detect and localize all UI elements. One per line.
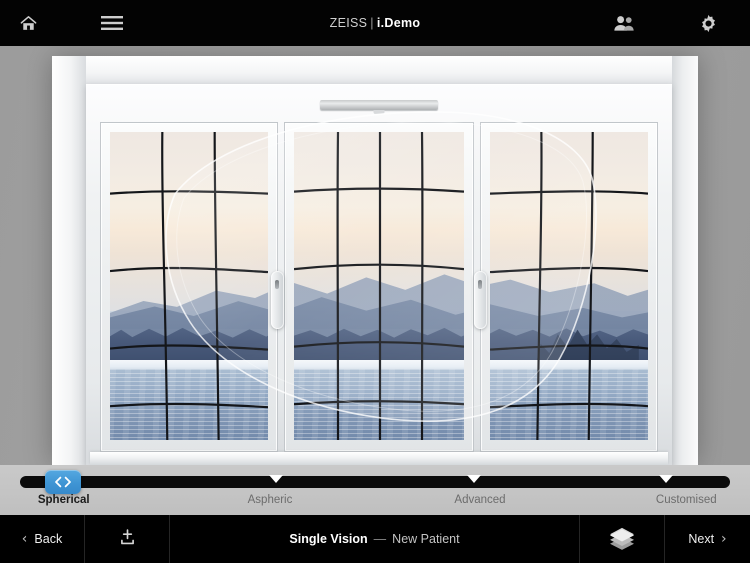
scene-slice-left	[110, 132, 268, 440]
stepper-thumb[interactable]	[44, 470, 81, 494]
app-title-separator: |	[370, 16, 374, 30]
window-head-jamb	[52, 56, 698, 84]
status-patient-name: New Patient	[392, 532, 460, 546]
hamburger-menu-icon	[101, 15, 123, 31]
next-button-label: Next	[688, 532, 715, 546]
chevron-right-icon: ›	[721, 531, 727, 547]
app-root: ZEISS | i.Demo Spherical Aspheric Advanc…	[0, 0, 750, 563]
next-button[interactable]: Next ›	[665, 515, 750, 563]
stepper-label-customised[interactable]: Customised	[656, 494, 717, 506]
stepper-label-advanced[interactable]: Advanced	[454, 494, 505, 506]
sash-handle-left[interactable]	[271, 271, 284, 329]
patients-button[interactable]	[596, 0, 652, 46]
top-navigation-bar: ZEISS | i.Demo	[0, 0, 750, 46]
lens-design-stepper[interactable]: Spherical Aspheric Advanced Customised	[0, 465, 750, 515]
stepper-track[interactable]	[20, 476, 730, 488]
sash-handle-right[interactable]	[474, 271, 487, 329]
stepper-notch	[659, 475, 674, 483]
stepper-notch	[467, 475, 482, 483]
app-title-brand: ZEISS	[329, 16, 368, 30]
stepper-notch	[268, 475, 283, 483]
status-separator: —	[373, 532, 387, 546]
window-frame	[86, 84, 672, 465]
lens-simulation-stage[interactable]	[0, 46, 750, 465]
window-sash-right	[474, 122, 658, 452]
menu-button[interactable]	[84, 0, 140, 46]
window-sash-middle	[284, 122, 474, 452]
window-left-jamb	[52, 56, 86, 465]
scene-lake	[110, 369, 268, 440]
back-button[interactable]: ‹ Back	[0, 515, 85, 563]
gear-icon	[698, 13, 719, 34]
stepper-label-spherical[interactable]: Spherical	[38, 494, 90, 506]
back-button-label: Back	[34, 532, 63, 546]
stepper-label-aspheric[interactable]: Aspheric	[248, 494, 293, 506]
window-glass-right	[490, 132, 648, 440]
add-to-tray-icon	[117, 527, 138, 551]
window-vent-bar	[320, 100, 438, 110]
scene-slice-right	[490, 132, 648, 440]
status-lens-type: Single Vision	[289, 532, 368, 546]
home-button[interactable]	[0, 0, 56, 46]
scene-lake	[294, 369, 464, 440]
app-title-product: i.Demo	[376, 16, 421, 30]
settings-button[interactable]	[680, 0, 736, 46]
scene-slice-middle	[294, 132, 464, 440]
layers-button[interactable]	[580, 515, 665, 563]
window-glass-left	[110, 132, 268, 440]
stepper-labels: Spherical Aspheric Advanced Customised	[0, 494, 750, 512]
chevron-left-icon: ‹	[21, 531, 28, 547]
add-button[interactable]	[85, 515, 170, 563]
home-icon	[19, 14, 38, 33]
stepper-track-wrapper[interactable]	[20, 470, 730, 494]
window-right-jamb	[672, 56, 698, 465]
layers-stack-icon	[608, 526, 636, 553]
scene-lake	[490, 369, 648, 440]
left-right-chevrons-icon	[53, 476, 73, 488]
bottom-action-bar: ‹ Back Single Vision — New Patient Next …	[0, 515, 750, 563]
window-glass-middle	[294, 132, 464, 440]
window-sash-left	[100, 122, 284, 452]
users-icon	[613, 14, 635, 32]
status-title: Single Vision — New Patient	[170, 515, 580, 563]
window-sash-row	[100, 122, 658, 452]
scene-sky	[110, 132, 268, 311]
window-sill	[90, 452, 668, 465]
